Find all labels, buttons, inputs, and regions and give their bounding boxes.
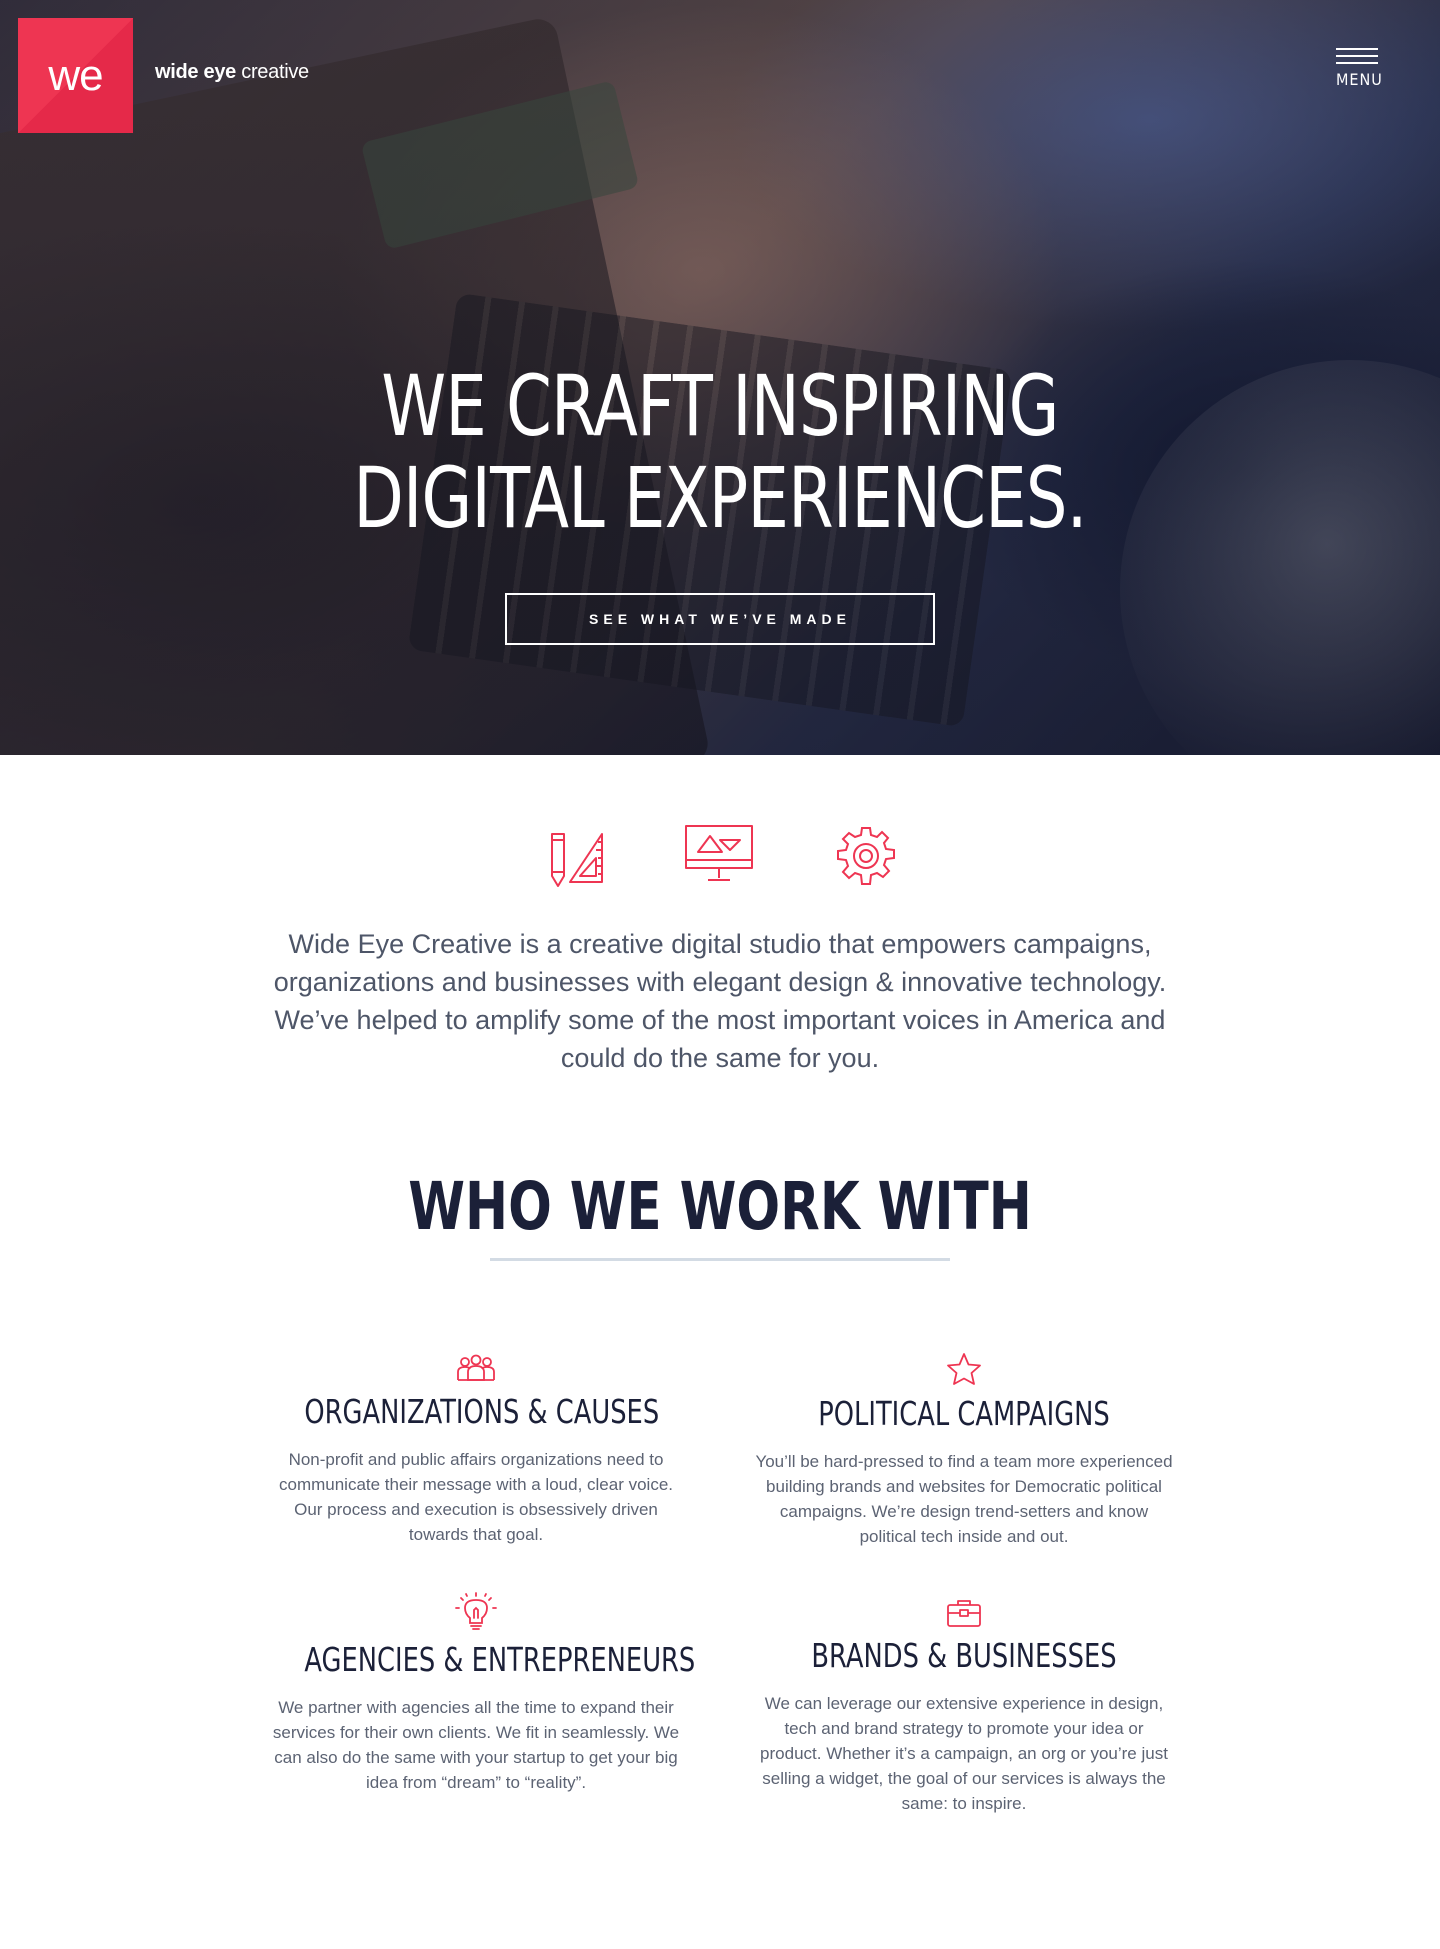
logo-link[interactable]: we	[18, 18, 133, 133]
brand-name-light: creative	[235, 61, 309, 83]
brand-name-bold: wide eye	[155, 61, 236, 83]
star-icon	[947, 1353, 981, 1385]
card-body: You’ll be hard-pressed to find a team mo…	[755, 1452, 1173, 1546]
section-title: WHO WE WORK WITH	[408, 1168, 1032, 1245]
services-icons	[0, 824, 1440, 892]
card-body: We partner with agencies all the time to…	[272, 1698, 680, 1792]
card-political: POLITICAL CAMPAIGNS You’ll be hard-press…	[744, 1352, 1184, 1549]
hero-title-line1: WE CRAFT INSPIRING	[381, 357, 1059, 455]
people-group-icon	[457, 1354, 495, 1381]
brand-name[interactable]: wide eye creative	[155, 61, 309, 84]
section-title-underline	[490, 1258, 950, 1261]
intro-paragraph: Wide Eye Creative is a creative digital …	[273, 929, 1167, 1073]
hero-title: WE CRAFT INSPIRING DIGITAL EXPERIENCES.	[158, 360, 1281, 544]
card-body: We can leverage our extensive experience…	[760, 1694, 1168, 1813]
menu-button[interactable]: MENU	[1336, 48, 1382, 98]
card-title: ORGANIZATIONS & CAUSES	[304, 1392, 660, 1431]
card-body: Non-profit and public affairs organizati…	[278, 1450, 673, 1544]
gear-icon	[837, 827, 895, 885]
pencil-ruler-icon	[551, 833, 603, 887]
hamburger-icon	[1336, 48, 1382, 64]
hero-section: we wide eye creative MENU WE CRAFT INSPI…	[0, 0, 1440, 755]
card-organizations: ORGANIZATIONS & CAUSES Non-profit and pu…	[256, 1354, 696, 1547]
card-title: BRANDS & BUSINESSES	[811, 1636, 1117, 1675]
lightbulb-icon	[455, 1592, 497, 1630]
card-agencies: AGENCIES & ENTREPRENEURS We partner with…	[256, 1592, 696, 1795]
card-title: AGENCIES & ENTREPRENEURS	[304, 1640, 696, 1679]
card-title: POLITICAL CAMPAIGNS	[818, 1394, 1110, 1433]
monitor-design-icon	[685, 825, 753, 881]
card-brands: BRANDS & BUSINESSES We can leverage our …	[744, 1598, 1184, 1816]
hero-title-line2: DIGITAL EXPERIENCES.	[353, 449, 1087, 547]
see-work-button[interactable]: SEE WHAT WE’VE MADE	[505, 593, 935, 645]
briefcase-icon	[947, 1600, 981, 1627]
menu-label: MENU	[1336, 70, 1383, 89]
logo-mark: we	[48, 50, 103, 100]
